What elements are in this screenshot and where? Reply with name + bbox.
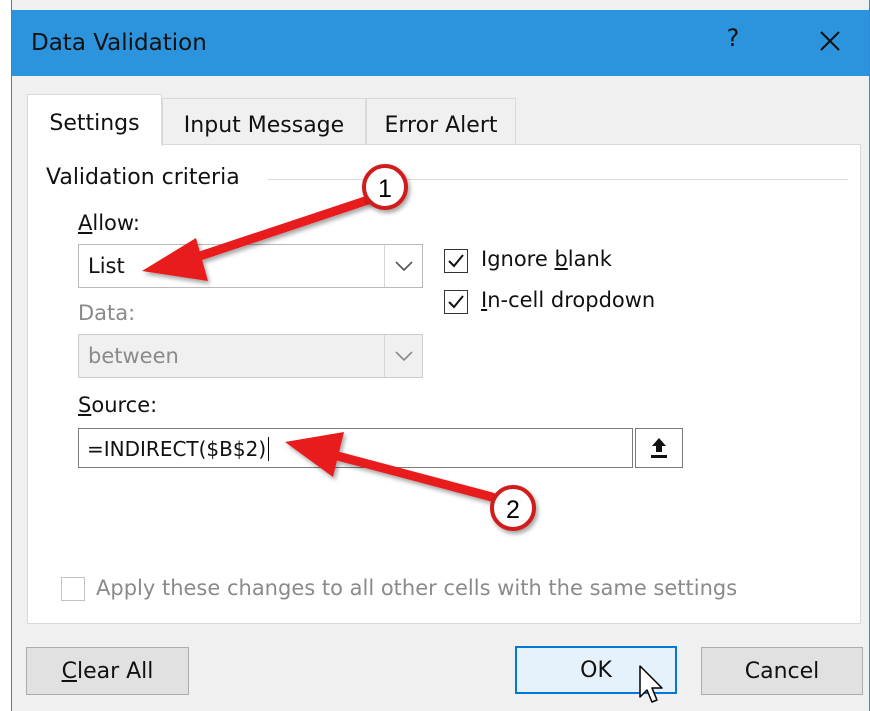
data-label: Data: bbox=[78, 301, 136, 325]
allow-dropdown[interactable]: List bbox=[78, 244, 423, 288]
apply-all-label[interactable]: Apply these changes to all other cells w… bbox=[96, 576, 737, 600]
clear-all-button[interactable]: Clear All bbox=[26, 647, 189, 695]
ignore-blank-label[interactable]: Ignore blank bbox=[481, 247, 612, 271]
collapse-dialog-button[interactable] bbox=[635, 428, 683, 468]
validation-criteria-label: Validation criteria bbox=[46, 165, 248, 190]
checkmark-icon bbox=[448, 295, 464, 309]
in-cell-dropdown-checkbox[interactable] bbox=[444, 290, 468, 314]
settings-panel: Validation criteria Allow: List Data: be… bbox=[27, 144, 861, 624]
cancel-button[interactable]: Cancel bbox=[701, 647, 863, 695]
chevron-down-icon bbox=[395, 351, 413, 362]
group-divider bbox=[268, 179, 848, 180]
source-input[interactable]: =INDIRECT($B$2) bbox=[78, 428, 633, 468]
chevron-down-icon bbox=[395, 261, 413, 272]
range-select-icon bbox=[651, 438, 667, 458]
tab-error-alert[interactable]: Error Alert bbox=[366, 98, 516, 145]
close-icon bbox=[820, 31, 840, 51]
help-button[interactable]: ? bbox=[718, 24, 748, 60]
allow-value: List bbox=[88, 254, 125, 278]
source-label: Source: bbox=[78, 393, 158, 417]
title-bar[interactable]: Data Validation ? bbox=[12, 10, 869, 76]
allow-label: Allow: bbox=[78, 211, 140, 235]
window-title: Data Validation bbox=[31, 30, 207, 56]
data-dropdown[interactable]: between bbox=[78, 334, 423, 378]
source-value: =INDIRECT($B$2) bbox=[87, 437, 267, 461]
tab-settings[interactable]: Settings bbox=[27, 94, 162, 146]
allow-dropdown-button[interactable] bbox=[384, 245, 422, 287]
text-cursor bbox=[268, 437, 270, 461]
data-value: between bbox=[88, 344, 179, 368]
apply-all-checkbox[interactable] bbox=[61, 577, 85, 601]
data-validation-dialog: Data Validation ? Settings Input Message… bbox=[11, 0, 870, 711]
close-button[interactable] bbox=[812, 23, 848, 59]
checkmark-icon bbox=[448, 254, 464, 268]
ignore-blank-checkbox[interactable] bbox=[444, 249, 468, 273]
in-cell-dropdown-label[interactable]: In-cell dropdown bbox=[481, 288, 655, 312]
data-dropdown-button[interactable] bbox=[384, 335, 422, 377]
tab-input-message[interactable]: Input Message bbox=[162, 98, 366, 145]
ok-button[interactable]: OK bbox=[515, 646, 677, 694]
